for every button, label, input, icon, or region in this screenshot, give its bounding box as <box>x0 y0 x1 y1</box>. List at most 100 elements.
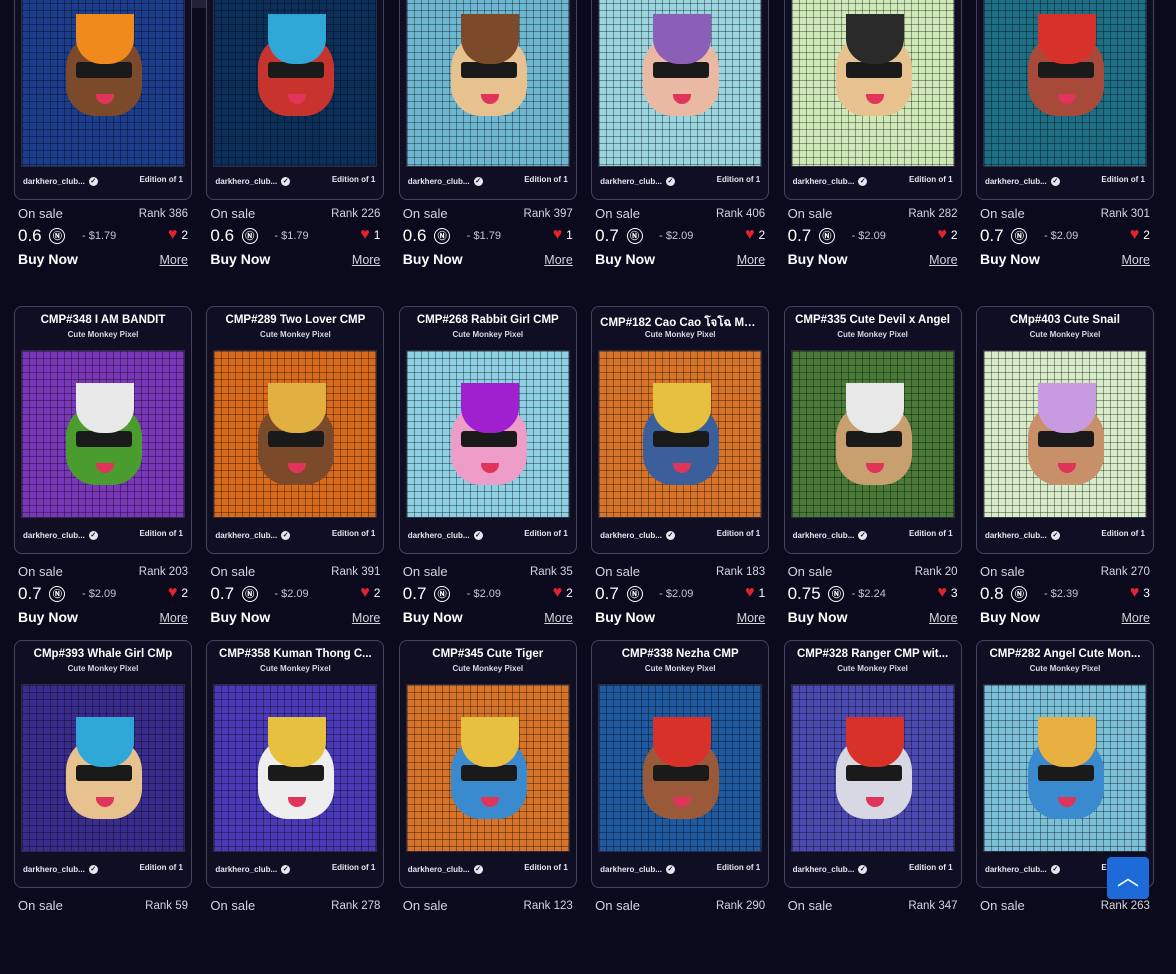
creator[interactable]: darkhero_club... ✓ <box>408 865 483 874</box>
more-link[interactable]: More <box>160 611 188 625</box>
nft-card-frame[interactable]: Cute Monkey Pixel darkhero_club... ✓ Edi… <box>591 0 770 200</box>
like-button[interactable]: ♥ 2 <box>360 585 380 601</box>
nft-card[interactable]: Cute Monkey Pixel darkhero_club... ✓ Edi… <box>783 0 962 334</box>
nft-card[interactable]: Cute Monkey Pixel darkhero_club... ✓ Edi… <box>398 0 577 334</box>
creator[interactable]: darkhero_club... ✓ <box>23 531 98 540</box>
creator[interactable]: darkhero_club... ✓ <box>23 865 98 874</box>
buy-now-button[interactable]: Buy Now <box>595 251 655 267</box>
buy-now-button[interactable]: Buy Now <box>980 609 1040 625</box>
like-button[interactable]: ♥ 1 <box>553 227 573 243</box>
nft-artwork[interactable] <box>213 684 378 852</box>
nft-card-frame[interactable]: CMP#182 Cao Cao โจโฉ Mo... Cute Monkey P… <box>591 306 770 554</box>
nft-card-frame[interactable]: CMP#338 Nezha CMP Cute Monkey Pixel dark… <box>591 640 770 888</box>
nft-artwork[interactable] <box>790 350 955 518</box>
nft-card[interactable]: CMP#282 Angel Cute Mon... Cute Monkey Pi… <box>975 640 1154 974</box>
buy-now-button[interactable]: Buy Now <box>403 251 463 267</box>
nft-artwork[interactable] <box>790 0 955 167</box>
nft-card-frame[interactable]: CMp#393 Whale Girl CMp Cute Monkey Pixel… <box>14 640 192 888</box>
nft-card[interactable]: CMP#345 Cute Tiger Cute Monkey Pixel dar… <box>398 640 577 974</box>
like-button[interactable]: ♥ 2 <box>168 585 188 601</box>
nft-artwork[interactable] <box>982 684 1147 852</box>
nft-card-frame[interactable]: Cute Monkey Pixel darkhero_club... ✓ Edi… <box>398 0 577 200</box>
like-button[interactable]: ♥ 3 <box>937 585 957 601</box>
nft-artwork[interactable] <box>598 684 763 852</box>
nft-card-frame[interactable]: CMP#335 Cute Devil x Angel Cute Monkey P… <box>783 306 962 554</box>
nft-artwork[interactable] <box>213 350 378 518</box>
creator[interactable]: darkhero_club... ✓ <box>600 531 675 540</box>
creator[interactable]: darkhero_club... ✓ <box>793 865 868 874</box>
nft-card[interactable]: Cute Monkey Pixel darkhero_club... ✓ Edi… <box>591 0 770 334</box>
buy-now-button[interactable]: Buy Now <box>595 609 655 625</box>
nft-card-frame[interactable]: CMP#268 Rabbit Girl CMP Cute Monkey Pixe… <box>398 306 577 554</box>
creator[interactable]: darkhero_club... ✓ <box>215 177 291 186</box>
nft-card-frame[interactable]: CMP#358 Kuman Thong C... Cute Monkey Pix… <box>206 640 385 888</box>
nft-card-frame[interactable]: CMP#328 Ranger CMP wit... Cute Monkey Pi… <box>783 640 962 888</box>
nft-card[interactable]: CMP#182 Cao Cao โจโฉ Mo... Cute Monkey P… <box>591 306 770 640</box>
nft-artwork[interactable] <box>405 0 570 167</box>
buy-now-button[interactable]: Buy Now <box>788 251 848 267</box>
more-link[interactable]: More <box>737 253 765 267</box>
buy-now-button[interactable]: Buy Now <box>18 609 78 625</box>
nft-card[interactable]: Cute Monkey Pixel darkhero_club... ✓ Edi… <box>14 0 192 334</box>
nft-card[interactable]: CMP#348 I AM BANDIT Cute Monkey Pixel da… <box>14 306 192 640</box>
like-button[interactable]: ♥ 2 <box>553 585 573 601</box>
like-button[interactable]: ♥ 1 <box>745 585 765 601</box>
more-link[interactable]: More <box>1121 611 1149 625</box>
creator[interactable]: darkhero_club... ✓ <box>600 177 675 186</box>
creator[interactable]: darkhero_club... ✓ <box>215 531 291 540</box>
nft-artwork[interactable] <box>21 0 185 167</box>
nft-artwork[interactable] <box>982 350 1147 518</box>
nft-artwork[interactable] <box>21 350 185 518</box>
nft-artwork[interactable] <box>213 0 378 167</box>
more-link[interactable]: More <box>352 253 380 267</box>
more-link[interactable]: More <box>737 611 765 625</box>
nft-card[interactable]: CMP#268 Rabbit Girl CMP Cute Monkey Pixe… <box>398 306 577 640</box>
nft-card-frame[interactable]: Cute Monkey Pixel darkhero_club... ✓ Edi… <box>975 0 1154 200</box>
buy-now-button[interactable]: Buy Now <box>788 609 848 625</box>
nft-card-frame[interactable]: Cute Monkey Pixel darkhero_club... ✓ Edi… <box>206 0 385 200</box>
nft-card-frame[interactable]: CMp#403 Cute Snail Cute Monkey Pixel dar… <box>975 306 1154 554</box>
more-link[interactable]: More <box>160 253 188 267</box>
nft-artwork[interactable] <box>405 350 570 518</box>
more-link[interactable]: More <box>929 611 957 625</box>
nft-card[interactable]: CMP#358 Kuman Thong C... Cute Monkey Pix… <box>206 640 385 974</box>
nft-card-frame[interactable]: CMP#348 I AM BANDIT Cute Monkey Pixel da… <box>14 306 192 554</box>
nft-card-frame[interactable]: Cute Monkey Pixel darkhero_club... ✓ Edi… <box>783 0 962 200</box>
creator[interactable]: darkhero_club... ✓ <box>985 531 1060 540</box>
buy-now-button[interactable]: Buy Now <box>980 251 1040 267</box>
creator[interactable]: darkhero_club... ✓ <box>793 177 868 186</box>
nft-card-frame[interactable]: CMP#282 Angel Cute Mon... Cute Monkey Pi… <box>975 640 1154 888</box>
nft-card[interactable]: CMp#393 Whale Girl CMp Cute Monkey Pixel… <box>14 640 192 974</box>
creator[interactable]: darkhero_club... ✓ <box>23 177 98 186</box>
like-button[interactable]: ♥ 2 <box>1130 227 1150 243</box>
like-button[interactable]: ♥ 2 <box>745 227 765 243</box>
creator[interactable]: darkhero_club... ✓ <box>408 531 483 540</box>
creator[interactable]: darkhero_club... ✓ <box>600 865 675 874</box>
more-link[interactable]: More <box>929 253 957 267</box>
more-link[interactable]: More <box>352 611 380 625</box>
more-link[interactable]: More <box>1121 253 1149 267</box>
nft-card[interactable]: Cute Monkey Pixel darkhero_club... ✓ Edi… <box>206 0 385 334</box>
creator[interactable]: darkhero_club... ✓ <box>408 177 483 186</box>
nft-artwork[interactable] <box>405 684 570 852</box>
buy-now-button[interactable]: Buy Now <box>210 251 270 267</box>
nft-card-frame[interactable]: CMP#289 Two Lover CMP Cute Monkey Pixel … <box>206 306 385 554</box>
nft-card-frame[interactable]: Cute Monkey Pixel darkhero_club... ✓ Edi… <box>14 0 192 200</box>
nft-card[interactable]: CMP#338 Nezha CMP Cute Monkey Pixel dark… <box>591 640 770 974</box>
like-button[interactable]: ♥ 2 <box>937 227 957 243</box>
nft-card[interactable]: CMP#289 Two Lover CMP Cute Monkey Pixel … <box>206 306 385 640</box>
creator[interactable]: darkhero_club... ✓ <box>215 865 291 874</box>
like-button[interactable]: ♥ 2 <box>168 227 188 243</box>
nft-artwork[interactable] <box>598 350 763 518</box>
nft-artwork[interactable] <box>982 0 1147 167</box>
nft-card[interactable]: CMP#335 Cute Devil x Angel Cute Monkey P… <box>783 306 962 640</box>
creator[interactable]: darkhero_club... ✓ <box>793 531 868 540</box>
like-button[interactable]: ♥ 3 <box>1130 585 1150 601</box>
nft-card[interactable]: CMp#403 Cute Snail Cute Monkey Pixel dar… <box>975 306 1154 640</box>
more-link[interactable]: More <box>544 253 572 267</box>
buy-now-button[interactable]: Buy Now <box>18 251 78 267</box>
creator[interactable]: darkhero_club... ✓ <box>985 865 1060 874</box>
nft-card-frame[interactable]: CMP#345 Cute Tiger Cute Monkey Pixel dar… <box>398 640 577 888</box>
creator[interactable]: darkhero_club... ✓ <box>985 177 1060 186</box>
nft-artwork[interactable] <box>21 684 185 852</box>
